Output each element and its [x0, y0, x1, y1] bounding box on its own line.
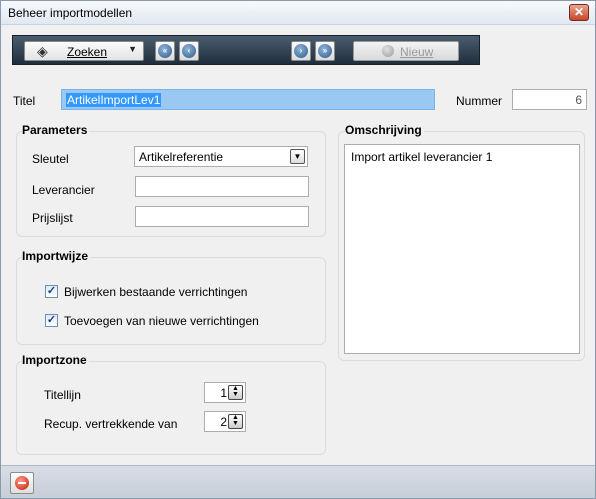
titellijn-stepper[interactable]: 1 ▲ ▼	[204, 382, 246, 403]
search-button[interactable]: ◈ Zoeken ▼	[24, 41, 144, 61]
titel-input[interactable]: ArtikelImportLev1	[61, 89, 435, 110]
importwijze-title: Importwijze	[22, 249, 91, 263]
titel-label: Titel	[13, 94, 36, 108]
chevron-down-icon[interactable]: ▼	[128, 44, 137, 54]
omschrijving-value: Import artikel leverancier 1	[351, 150, 493, 164]
spin-arrows-icon[interactable]: ▲ ▼	[228, 385, 243, 400]
sleutel-value: Artikelreferentie	[139, 150, 224, 164]
importwijze-group	[16, 257, 326, 345]
omschrijving-title: Omschrijving	[345, 123, 424, 137]
leverancier-field[interactable]	[135, 176, 309, 197]
close-icon: ✕	[573, 5, 585, 19]
title-bar: Beheer importmodellen ✕	[1, 1, 595, 25]
dialog-window: Beheer importmodellen ✕ ◈ Zoeken ▼ « ‹ ›…	[0, 0, 596, 499]
spin-arrows-icon[interactable]: ▲ ▼	[228, 414, 243, 429]
recup-value: 2	[220, 415, 227, 429]
bijwerken-label: Bijwerken bestaande verrichtingen	[64, 285, 248, 299]
nummer-label: Nummer	[456, 94, 503, 108]
new-button-label: Nieuw	[400, 45, 434, 59]
next-record-icon: ›	[294, 44, 308, 58]
chevron-down-icon[interactable]: ▼	[290, 149, 305, 164]
toevoegen-checkbox[interactable]: ✓	[45, 314, 58, 327]
first-record-icon: «	[158, 44, 172, 58]
importzone-group	[16, 361, 326, 455]
nummer-value: 6	[575, 93, 582, 107]
first-record-button[interactable]: «	[155, 41, 175, 61]
nummer-field[interactable]: 6	[512, 89, 587, 110]
new-button[interactable]: Nieuw	[353, 41, 459, 61]
toevoegen-label: Toevoegen van nieuwe verrichtingen	[64, 314, 259, 328]
binoculars-icon: ◈	[37, 43, 48, 59]
recup-label: Recup. vertrekkende van	[44, 417, 178, 431]
sleutel-select[interactable]: Artikelreferentie ▼	[134, 146, 308, 167]
stop-button[interactable]	[10, 472, 34, 494]
bijwerken-checkbox[interactable]: ✓	[45, 285, 58, 298]
last-record-button[interactable]: »	[315, 41, 335, 61]
previous-record-button[interactable]: ‹	[179, 41, 199, 61]
titellijn-label: Titellijn	[44, 388, 81, 402]
prijslijst-label: Prijslijst	[32, 211, 73, 225]
leverancier-label: Leverancier	[32, 183, 95, 197]
last-record-icon: »	[318, 44, 332, 58]
titel-value: ArtikelImportLev1	[66, 93, 162, 107]
next-record-button[interactable]: ›	[291, 41, 311, 61]
window-title: Beheer importmodellen	[8, 6, 133, 20]
titellijn-value: 1	[220, 386, 227, 400]
sleutel-label: Sleutel	[32, 152, 69, 166]
recup-stepper[interactable]: 2 ▲ ▼	[204, 411, 246, 432]
stop-icon	[15, 476, 29, 490]
close-button[interactable]: ✕	[569, 4, 589, 21]
prijslijst-field[interactable]	[135, 206, 309, 227]
search-button-label: Zoeken	[67, 45, 108, 59]
toolbar: ◈ Zoeken ▼ « ‹ › » Nieuw	[12, 35, 480, 65]
add-icon	[382, 45, 394, 57]
status-bar	[1, 465, 595, 498]
previous-record-icon: ‹	[182, 44, 196, 58]
parameters-title: Parameters	[22, 123, 90, 137]
omschrijving-textarea[interactable]: Import artikel leverancier 1	[344, 144, 580, 354]
importzone-title: Importzone	[22, 353, 89, 367]
